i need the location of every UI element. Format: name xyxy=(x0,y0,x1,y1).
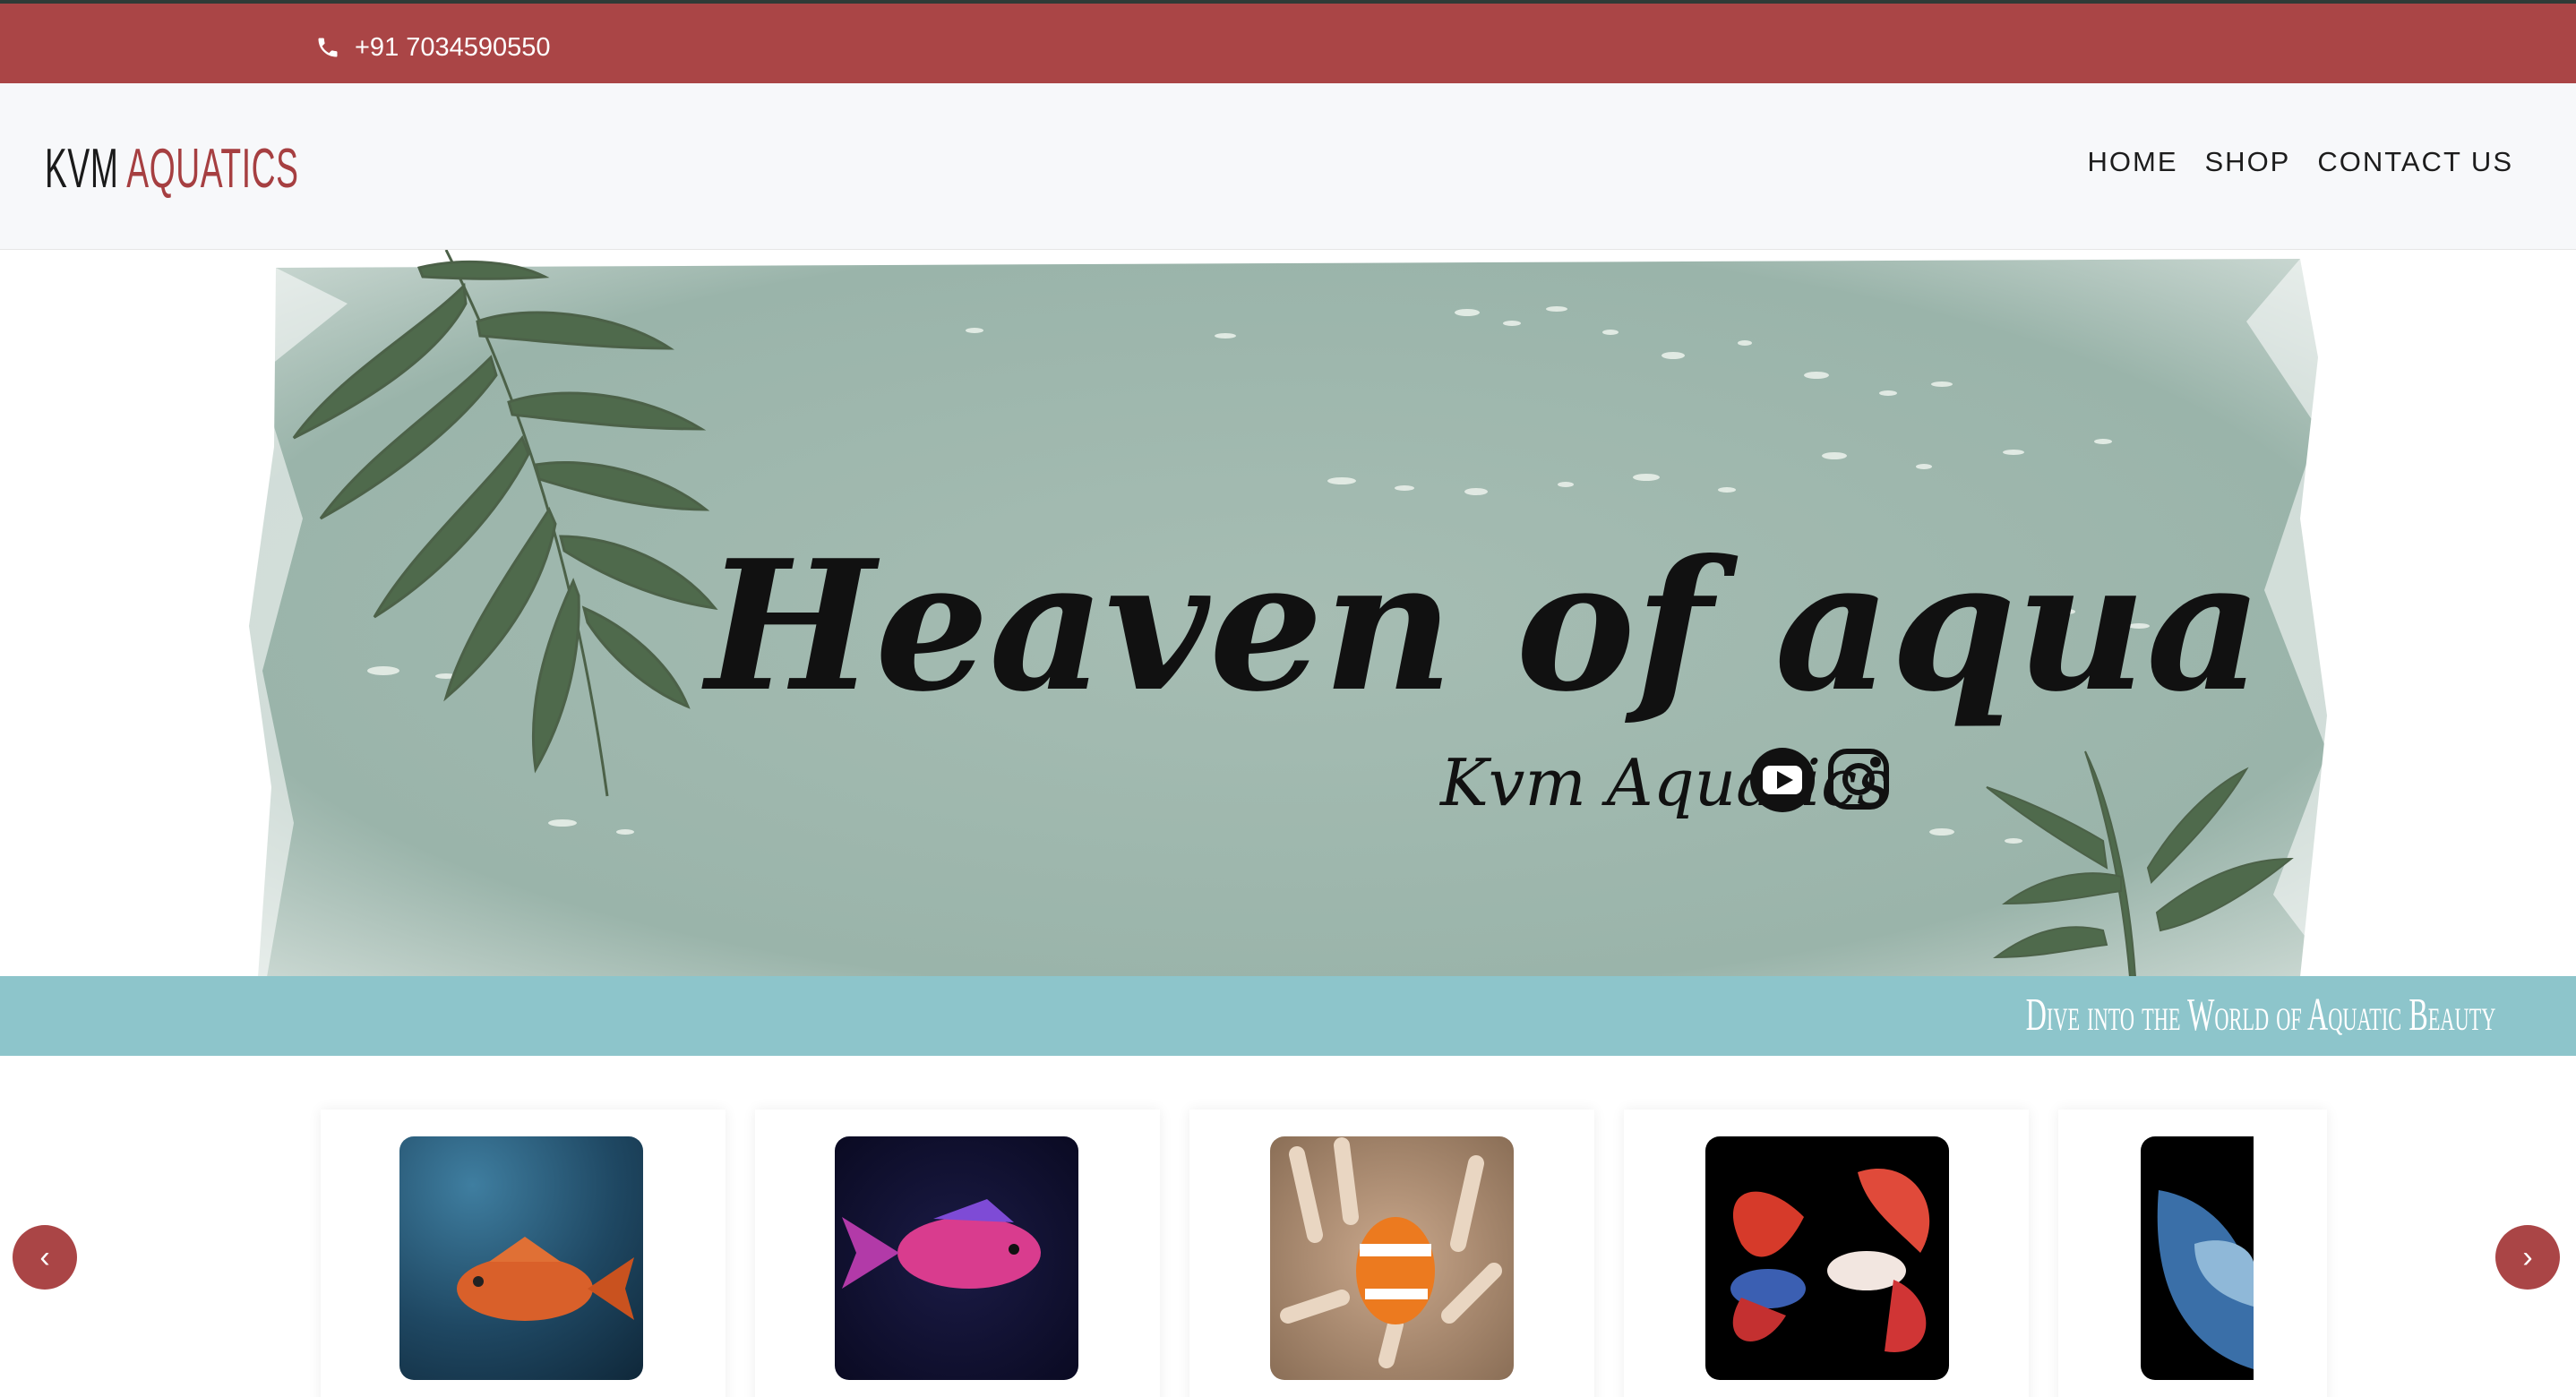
hero-headline: Heaven of aqua xyxy=(701,521,2263,732)
phone-contact[interactable]: +91 7034590550 xyxy=(315,30,551,65)
hero-banner: Heaven of aqua Kvm Aquatics xyxy=(240,250,2336,977)
main-nav: HOME SHOP CONTACT US xyxy=(2088,146,2514,178)
top-contact-bar: +91 7034590550 xyxy=(0,0,2576,83)
nav-contact-us[interactable]: CONTACT US xyxy=(2317,146,2513,178)
site-header: KVM AQUATICS HOME SHOP CONTACT US xyxy=(0,83,2576,250)
tagline-strip: Dive into the World of Aquatic Beauty xyxy=(0,976,2576,1056)
fish-image-orange-rockfish[interactable] xyxy=(399,1136,643,1380)
logo-aquatics: AQUATICS xyxy=(126,138,299,200)
logo-kvm: KVM xyxy=(45,138,119,200)
carousel-prev-button[interactable]: ‹ xyxy=(13,1225,77,1290)
fish-image-clownfish[interactable] xyxy=(1270,1136,1514,1380)
phone-icon xyxy=(318,38,338,57)
nav-shop[interactable]: SHOP xyxy=(2205,146,2291,178)
youtube-icon[interactable] xyxy=(1750,748,1815,812)
tagline-text: Dive into the World of Aquatic Beauty xyxy=(2025,990,2495,1041)
fish-image-purple-anthias[interactable] xyxy=(835,1136,1078,1380)
site-logo[interactable]: KVM AQUATICS xyxy=(45,137,299,201)
nav-home[interactable]: HOME xyxy=(2088,146,2178,178)
hero-artwork: Heaven of aqua Kvm Aquatics xyxy=(240,250,2336,977)
hero-subline: Kvm Aquatics xyxy=(1438,745,1890,820)
fish-image-blue-betta[interactable] xyxy=(2141,1136,2254,1380)
carousel-next-button[interactable]: › xyxy=(2495,1225,2560,1290)
product-carousel xyxy=(0,1056,2576,1397)
fish-image-betta-pair[interactable] xyxy=(1705,1136,1949,1380)
phone-number: +91 7034590550 xyxy=(355,32,551,62)
